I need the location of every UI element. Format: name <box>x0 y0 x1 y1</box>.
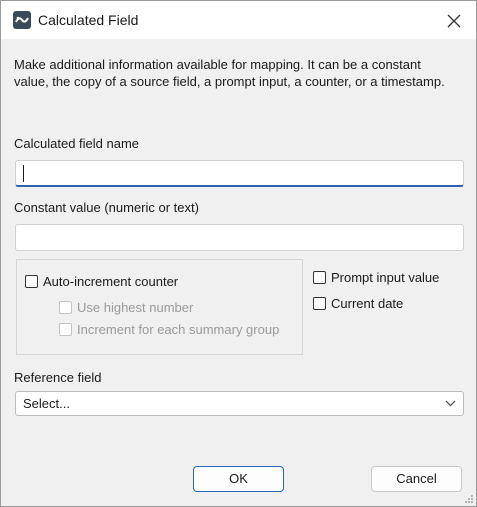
constant-value-label: Constant value (numeric or text) <box>14 200 199 215</box>
use-highest-number-label: Use highest number <box>77 300 194 315</box>
calculated-field-name-input[interactable] <box>16 161 463 185</box>
close-icon <box>447 14 461 28</box>
close-button[interactable] <box>443 10 465 32</box>
reference-field-selected-value: Select... <box>23 396 70 411</box>
dialog-description: Make additional information available fo… <box>14 57 445 89</box>
calculated-field-name-input-box[interactable] <box>15 160 464 187</box>
auto-increment-checkbox[interactable]: Auto-increment counter <box>25 274 178 289</box>
chevron-down-icon <box>445 400 456 407</box>
text-caret <box>23 165 24 182</box>
calculated-field-name-label: Calculated field name <box>14 136 140 151</box>
current-date-checkbox[interactable]: Current date <box>313 296 403 311</box>
current-date-label: Current date <box>331 296 404 311</box>
checkbox-box[interactable] <box>59 301 72 314</box>
increment-per-group-label: Increment for each summary group <box>77 322 280 337</box>
calculated-field-dialog: Calculated Field Make additional informa… <box>0 0 477 507</box>
prompt-input-label: Prompt input value <box>331 270 440 285</box>
cancel-button[interactable]: Cancel <box>371 466 462 492</box>
app-logo-icon <box>13 11 31 29</box>
constant-value-input[interactable] <box>16 225 463 250</box>
use-highest-number-checkbox[interactable]: Use highest number <box>59 300 193 315</box>
resize-grip-icon[interactable] <box>464 494 474 504</box>
prompt-input-checkbox[interactable]: Prompt input value <box>313 270 439 285</box>
dialog-title: Calculated Field <box>38 12 139 28</box>
reference-field-select[interactable]: Select... <box>15 391 464 416</box>
checkbox-box[interactable] <box>25 275 38 288</box>
auto-increment-label: Auto-increment counter <box>43 274 179 289</box>
checkbox-box[interactable] <box>59 323 72 336</box>
reference-field-label: Reference field <box>14 370 102 385</box>
checkbox-box[interactable] <box>313 271 326 284</box>
title-bar[interactable]: Calculated Field <box>1 1 476 39</box>
constant-value-input-box[interactable] <box>15 224 464 251</box>
ok-button[interactable]: OK <box>193 466 284 492</box>
increment-per-group-checkbox[interactable]: Increment for each summary group <box>59 322 279 337</box>
checkbox-box[interactable] <box>313 297 326 310</box>
